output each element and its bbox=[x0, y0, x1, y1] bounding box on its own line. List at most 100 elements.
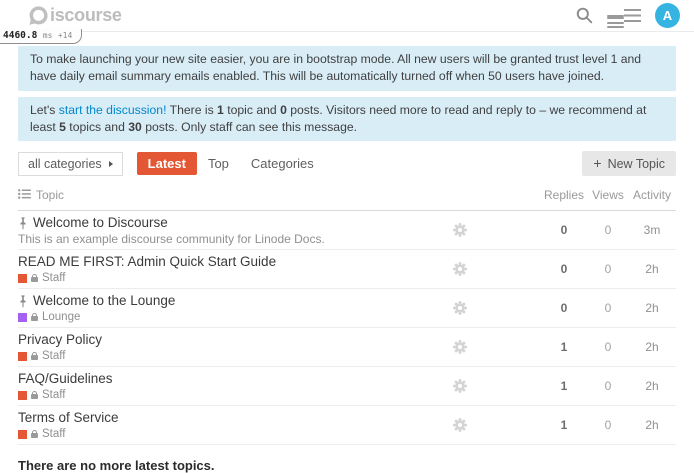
new-topic-button[interactable]: New Topic bbox=[582, 151, 676, 176]
user-avatar[interactable]: A bbox=[655, 3, 680, 28]
plus-icon bbox=[593, 156, 601, 171]
lock-icon bbox=[31, 433, 38, 438]
tab-categories[interactable]: Categories bbox=[240, 152, 325, 175]
category-name: Staff bbox=[42, 350, 65, 362]
category-badge[interactable]: Staff bbox=[18, 272, 65, 284]
pin-icon bbox=[18, 295, 28, 308]
search-icon[interactable] bbox=[576, 7, 593, 24]
category-name: Staff bbox=[42, 272, 65, 284]
views-count: 0 bbox=[588, 262, 628, 276]
bootstrap-banner-text: To make launching your new site easier, … bbox=[30, 52, 641, 83]
category-color-icon bbox=[18, 274, 27, 283]
topic-admin-gear-icon[interactable] bbox=[452, 378, 468, 394]
discourse-bubble-icon bbox=[28, 5, 49, 26]
bootstrap-mode-banner: To make launching your new site easier, … bbox=[18, 46, 676, 91]
column-views[interactable]: Views bbox=[588, 188, 628, 202]
start-discussion-link[interactable]: start the discussion! bbox=[59, 103, 167, 117]
category-badge[interactable]: Lounge bbox=[18, 311, 80, 323]
banner-text: topics and bbox=[66, 120, 128, 134]
topic-title[interactable]: Privacy Policy bbox=[18, 332, 102, 348]
caret-right-icon bbox=[109, 161, 113, 167]
activity-time[interactable]: 2h bbox=[628, 418, 676, 432]
category-name: Lounge bbox=[42, 311, 80, 323]
list-icon bbox=[18, 188, 31, 202]
post-count: 0 bbox=[280, 103, 287, 117]
banner-text: posts. Only staff can see this message. bbox=[142, 120, 357, 134]
column-replies[interactable]: Replies bbox=[540, 188, 588, 202]
views-count: 0 bbox=[588, 301, 628, 315]
recommended-posts: 30 bbox=[128, 120, 142, 134]
site-header: iscourse A bbox=[0, 0, 694, 32]
category-badge[interactable]: Staff bbox=[18, 389, 65, 401]
topic-row: Terms of Service Staff 1 0 2h bbox=[18, 406, 676, 445]
category-name: Staff bbox=[42, 389, 65, 401]
banner-text: Let's bbox=[30, 103, 59, 117]
column-topic: Topic bbox=[18, 188, 443, 202]
discourse-logo[interactable]: iscourse bbox=[28, 5, 122, 26]
menu-icon[interactable] bbox=[607, 9, 641, 22]
topic-admin-gear-icon[interactable] bbox=[452, 300, 468, 316]
banner-text: topic and bbox=[224, 103, 280, 117]
topic-admin-gear-icon[interactable] bbox=[452, 339, 468, 355]
topic-title[interactable]: READ ME FIRST: Admin Quick Start Guide bbox=[18, 254, 276, 270]
category-name: Staff bbox=[42, 428, 65, 440]
lock-icon bbox=[31, 394, 38, 399]
views-count: 0 bbox=[588, 223, 628, 237]
topic-admin-gear-icon[interactable] bbox=[452, 417, 468, 433]
topic-row: Welcome to Discourse This is an example … bbox=[18, 211, 676, 250]
replies-count: 0 bbox=[540, 301, 588, 315]
views-count: 0 bbox=[588, 418, 628, 432]
no-more-topics-message: There are no more latest topics. bbox=[18, 458, 676, 473]
recommended-topics: 5 bbox=[59, 120, 66, 134]
category-filter-label: all categories bbox=[28, 157, 102, 171]
activity-time[interactable]: 3m bbox=[628, 223, 676, 237]
category-badge[interactable]: Staff bbox=[18, 350, 65, 362]
replies-count: 1 bbox=[540, 418, 588, 432]
topic-admin-gear-icon[interactable] bbox=[452, 222, 468, 238]
profiler-extra: +14 bbox=[58, 31, 72, 40]
topic-row: FAQ/Guidelines Staff 1 0 2h bbox=[18, 367, 676, 406]
activity-time[interactable]: 2h bbox=[628, 301, 676, 315]
activity-time[interactable]: 2h bbox=[628, 379, 676, 393]
topic-row: READ ME FIRST: Admin Quick Start Guide S… bbox=[18, 250, 676, 289]
topic-title[interactable]: Welcome to the Lounge bbox=[33, 293, 175, 309]
replies-count: 0 bbox=[540, 223, 588, 237]
mini-profiler-badge[interactable]: 4460.8 ms +14 bbox=[0, 29, 82, 44]
category-color-icon bbox=[18, 391, 27, 400]
new-topic-label: New Topic bbox=[608, 157, 665, 171]
replies-count: 1 bbox=[540, 340, 588, 354]
category-color-icon bbox=[18, 313, 27, 322]
activity-time[interactable]: 2h bbox=[628, 262, 676, 276]
lock-icon bbox=[31, 277, 38, 282]
logo-text: iscourse bbox=[50, 5, 122, 26]
topic-row: Privacy Policy Staff 1 0 2h bbox=[18, 328, 676, 367]
topic-list-controls: all categories Latest Top Categories New… bbox=[18, 151, 676, 176]
banner-text: There is bbox=[166, 103, 217, 117]
start-discussion-banner: Let's start the discussion! There is 1 t… bbox=[18, 97, 676, 142]
category-color-icon bbox=[18, 430, 27, 439]
topic-row: Welcome to the Lounge Lounge 0 0 2h bbox=[18, 289, 676, 328]
replies-count: 1 bbox=[540, 379, 588, 393]
topic-count: 1 bbox=[217, 103, 224, 117]
pin-icon bbox=[18, 217, 28, 230]
topic-list-header: Topic Replies Views Activity bbox=[18, 188, 676, 211]
lock-icon bbox=[31, 355, 38, 360]
lock-icon bbox=[31, 316, 38, 321]
topic-title[interactable]: Welcome to Discourse bbox=[33, 215, 168, 231]
activity-time[interactable]: 2h bbox=[628, 340, 676, 354]
views-count: 0 bbox=[588, 379, 628, 393]
replies-count: 0 bbox=[540, 262, 588, 276]
column-activity[interactable]: Activity bbox=[628, 188, 676, 202]
column-topic-label: Topic bbox=[36, 188, 64, 202]
topic-admin-gear-icon[interactable] bbox=[452, 261, 468, 277]
topic-title[interactable]: FAQ/Guidelines bbox=[18, 371, 113, 387]
category-filter-dropdown[interactable]: all categories bbox=[18, 152, 123, 176]
tab-latest[interactable]: Latest bbox=[137, 152, 197, 175]
topic-excerpt: This is an example discourse community f… bbox=[18, 233, 443, 245]
views-count: 0 bbox=[588, 340, 628, 354]
topic-title[interactable]: Terms of Service bbox=[18, 410, 119, 426]
category-color-icon bbox=[18, 352, 27, 361]
category-badge[interactable]: Staff bbox=[18, 428, 65, 440]
tab-top[interactable]: Top bbox=[197, 152, 240, 175]
profiler-time: 4460.8 bbox=[3, 30, 37, 41]
